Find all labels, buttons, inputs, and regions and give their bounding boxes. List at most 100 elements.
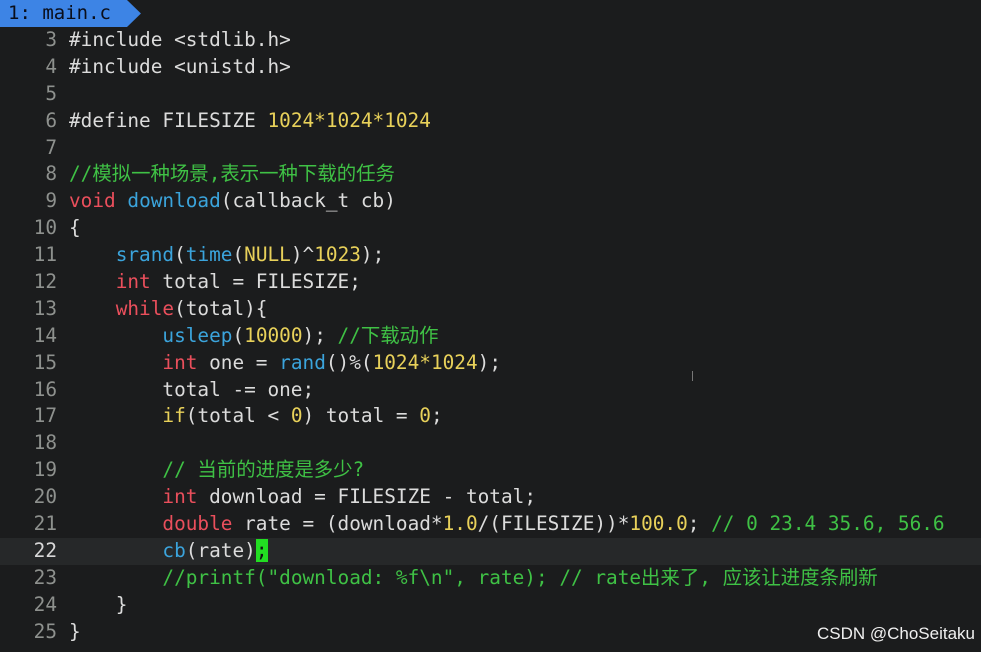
code-line[interactable]: 3 #include <stdlib.h> [0, 27, 981, 54]
code-line[interactable]: 8 //模拟一种场景,表示一种下载的任务 [0, 161, 981, 188]
code-line[interactable]: 5 [0, 81, 981, 108]
code-line[interactable]: 24 } [0, 592, 981, 619]
code-token: // 当前的进度是多少? [162, 458, 365, 482]
code-token: srand [115, 243, 175, 267]
code-token: #include <unistd.h> [69, 54, 291, 78]
line-number: 17 [33, 404, 57, 428]
code-token: ) total = [302, 404, 420, 428]
code-text: //模拟一种场景,表示一种下载的任务 [69, 161, 395, 188]
code-token: //下载动作 [337, 323, 439, 347]
code-token: usleep [162, 323, 233, 347]
code-token: #define FILESIZE [69, 108, 268, 132]
code-text: #include <unistd.h> [69, 54, 291, 81]
code-token: ; [430, 404, 443, 428]
line-number: 24 [33, 592, 57, 616]
code-token: ); [302, 323, 338, 347]
code-token: 1023 [314, 243, 361, 267]
line-number: 21 [33, 512, 57, 536]
code-line[interactable]: 15 int one = rand()%(1024*1024); [0, 350, 981, 377]
code-text: #include <stdlib.h> [69, 27, 291, 54]
code-token: void [69, 189, 116, 213]
code-token: 0 [419, 404, 431, 428]
code-token: NULL [244, 243, 291, 267]
line-number: 11 [33, 243, 57, 267]
code-line[interactable]: 16 total -= one; [0, 377, 981, 404]
code-text: // 当前的进度是多少? [69, 457, 364, 484]
code-line[interactable]: 10 { [0, 215, 981, 242]
mouse-cursor-icon [692, 371, 693, 381]
code-token: ( [174, 243, 186, 267]
line-number: 16 [33, 377, 57, 401]
code-line[interactable]: 19 // 当前的进度是多少? [0, 457, 981, 484]
code-token: (total < [185, 404, 291, 428]
code-token: #include <stdlib.h> [69, 28, 291, 51]
line-number: 19 [33, 458, 57, 482]
line-number: 13 [33, 296, 57, 320]
code-line[interactable]: 20 int download = FILESIZE - total; [0, 484, 981, 511]
code-text: cb(rate); [69, 538, 268, 565]
code-token: ()%( [325, 350, 373, 374]
code-text: usleep(10000); //下载动作 [69, 323, 438, 350]
code-line[interactable]: 6 #define FILESIZE 1024*1024*1024 [0, 108, 981, 135]
code-line[interactable]: 9 void download(callback_t cb) [0, 188, 981, 215]
code-token: cb [162, 538, 186, 562]
code-token: total = FILESIZE; [150, 270, 361, 294]
line-number: 15 [33, 350, 57, 374]
code-token: ( [232, 323, 245, 347]
text-cursor: ; [255, 538, 268, 562]
code-editor[interactable]: 3 #include <stdlib.h> 4 #include <unistd.h>… [0, 27, 981, 645]
code-line[interactable]: 18 [0, 430, 981, 457]
code-token: time [185, 243, 233, 267]
code-token: 0 [290, 404, 303, 428]
code-token: 10000 [244, 323, 303, 347]
code-token: while [115, 296, 175, 320]
code-text: { [69, 215, 81, 242]
code-line[interactable]: 22 cb(rate); [0, 537, 981, 565]
code-token: (rate) [185, 538, 256, 562]
code-token: download [127, 189, 221, 213]
code-token: 1024*1024*1024 [267, 108, 431, 132]
code-token: )^ [290, 243, 315, 267]
code-line[interactable]: 12 int total = FILESIZE; [0, 269, 981, 296]
code-text: srand(time(NULL)^1023); [69, 242, 385, 269]
code-line[interactable]: 14 usleep(10000); //下载动作 [0, 323, 981, 350]
line-number: 8 [45, 162, 57, 186]
code-text: int one = rand()%(1024*1024); [69, 350, 501, 377]
code-line[interactable]: 13 while(total){ [0, 296, 981, 323]
code-line[interactable]: 11 srand(time(NULL)^1023); [0, 242, 981, 269]
code-line[interactable]: 7 [0, 135, 981, 162]
code-token: double [162, 512, 233, 536]
tab-main-c[interactable]: 1: main.c [0, 0, 141, 27]
code-token: if [162, 404, 186, 428]
code-line[interactable]: 21 double rate = (download*1.0/(FILESIZE… [0, 511, 981, 538]
code-token: total -= one; [69, 377, 315, 401]
code-token: { [69, 216, 81, 240]
line-number: 18 [33, 431, 57, 455]
code-line[interactable]: 23 //printf("download: %f\n", rate); // … [0, 565, 981, 592]
code-token: ); [360, 243, 385, 267]
line-number: 3 [45, 28, 57, 51]
code-line[interactable]: 17 if(total < 0) total = 0; [0, 403, 981, 430]
code-line[interactable]: 4 #include <unistd.h> [0, 54, 981, 81]
code-token: } [69, 592, 128, 616]
line-number: 9 [45, 189, 57, 213]
code-token: int [162, 485, 198, 509]
code-token: (total){ [174, 296, 268, 320]
code-token: 1.0 [442, 512, 478, 536]
code-text: double rate = (download*1.0/(FILESIZE))*… [69, 511, 944, 538]
line-number: 20 [33, 485, 57, 509]
code-token: ; [687, 512, 712, 536]
code-token: ); [477, 350, 502, 374]
code-token: //模拟一种场景,表示一种下载的任务 [69, 162, 395, 186]
